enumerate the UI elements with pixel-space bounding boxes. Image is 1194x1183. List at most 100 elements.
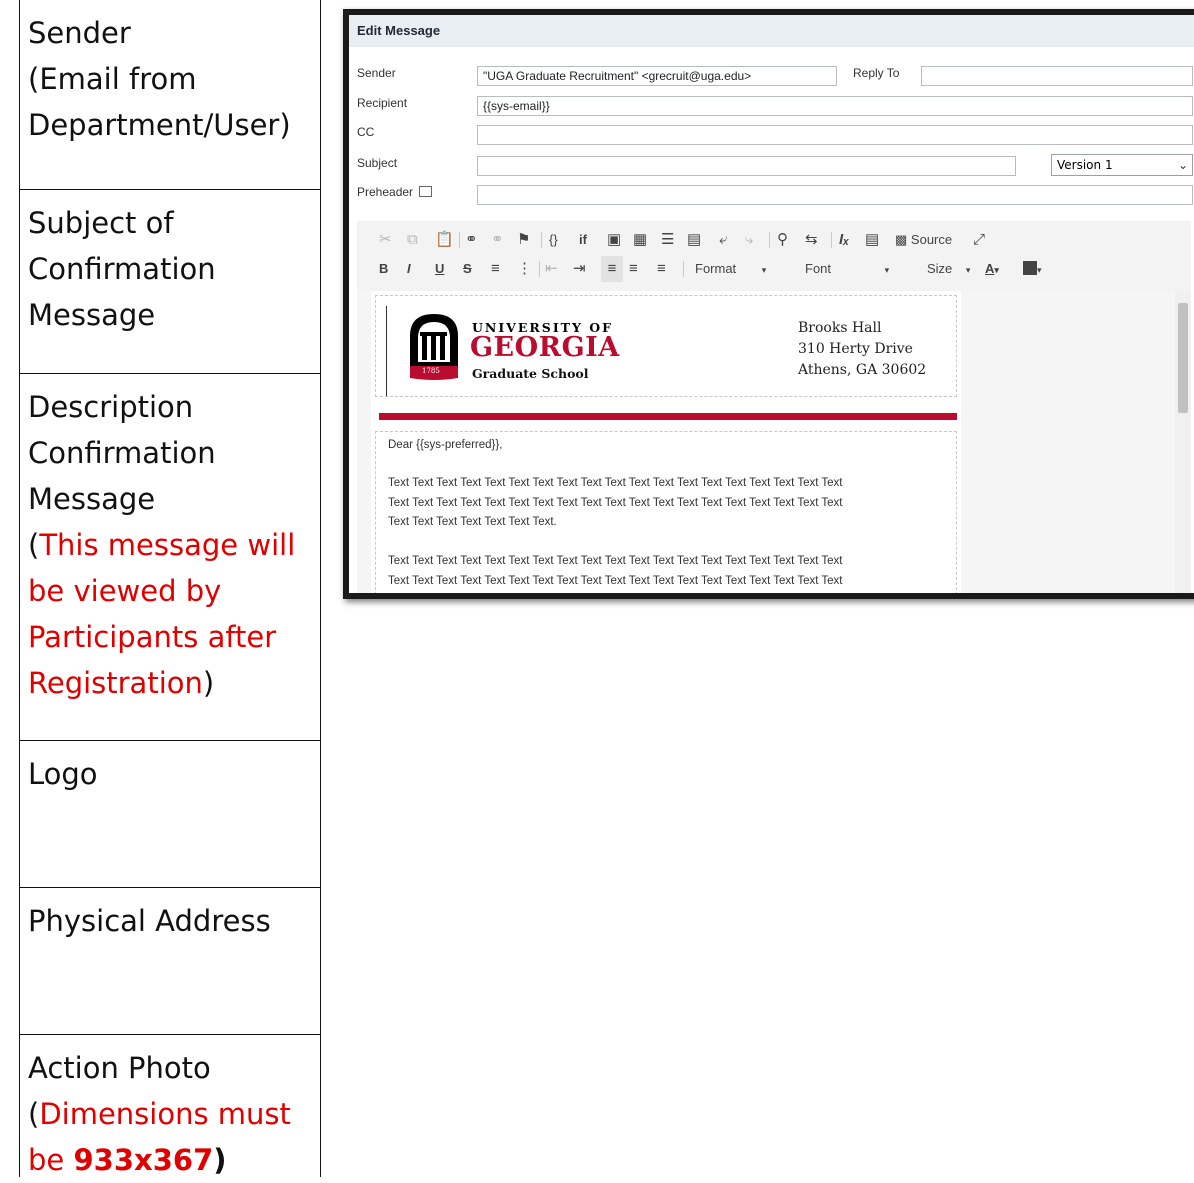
find-icon[interactable]: ⚲: [777, 227, 788, 253]
background-color-icon: [1023, 261, 1037, 275]
cc-label: CC: [357, 125, 375, 139]
cc-field[interactable]: [477, 125, 1193, 145]
paragraph-1: Text Text Text Text Text Text Text Text …: [388, 474, 953, 533]
bold-button[interactable]: B: [379, 256, 388, 282]
editor-content-area[interactable]: 1785 UNIVERSITY OF GEORGIA Graduate Scho…: [357, 291, 1191, 593]
reply-to-label: Reply To: [853, 66, 900, 80]
page-break-icon[interactable]: ▤: [687, 227, 701, 253]
redo-icon[interactable]: ⤷: [745, 227, 753, 253]
horizontal-line-icon[interactable]: ☰: [661, 227, 674, 253]
annotation-line: be 933x367): [28, 1137, 312, 1183]
table-icon[interactable]: ▦: [633, 227, 647, 253]
address-line: Brooks Hall: [798, 320, 882, 336]
header-divider: [386, 306, 387, 396]
recipient-label: Recipient: [357, 96, 408, 110]
toolbar-row-1: ✂ ⧉ 📋 ⚭ ⚭ ⚑ {} if ▣ ▦ ☰ ▤ ⤶ ⤷ ⚲ ⇆ Iₓ ▤ ▩…: [367, 227, 1191, 253]
recipient-field[interactable]: {{sys-email}}: [477, 96, 1193, 116]
preheader-field[interactable]: [477, 185, 1193, 205]
annotation-line: Message: [28, 298, 156, 332]
sender-label: Sender: [357, 66, 396, 80]
source-button[interactable]: ▩ Source: [895, 227, 965, 253]
annotation-line: Subject of: [28, 206, 174, 240]
email-body[interactable]: 1785 UNIVERSITY OF GEORGIA Graduate Scho…: [371, 291, 961, 593]
annotation-line: Confirmation: [28, 252, 216, 286]
link-icon[interactable]: ⚭: [465, 227, 478, 253]
dropdown-arrow-icon: ▾: [761, 265, 767, 275]
version-value: Version 1: [1057, 158, 1113, 172]
background-color-button[interactable]: ▾: [1023, 256, 1057, 282]
greeting: Dear {{sys-preferred}},: [388, 439, 503, 451]
paragraph-line: Text Text Text Text Text Text Text.: [388, 516, 557, 528]
uga-logo: 1785 UNIVERSITY OF GEORGIA Graduate Scho…: [406, 310, 636, 382]
cut-icon[interactable]: ✂: [379, 227, 392, 253]
toolbar-divider: [541, 232, 542, 248]
undo-icon[interactable]: ⤶: [719, 227, 727, 253]
unlink-icon[interactable]: ⚭: [491, 227, 504, 253]
annotation-description: Description Confirmation Message (This m…: [20, 374, 320, 741]
annotation-line: Confirmation: [28, 436, 216, 470]
annotation-line: Department/User): [28, 108, 291, 142]
paragraph-line: Text Text Text Text Text Text Text Text …: [388, 574, 843, 587]
paste-icon[interactable]: 📋: [435, 227, 454, 253]
bulleted-list-icon[interactable]: ⋮: [517, 256, 532, 282]
image-icon[interactable]: ▣: [607, 227, 621, 253]
underline-button[interactable]: U: [435, 256, 444, 282]
toolbar-divider: [769, 232, 770, 248]
subject-field[interactable]: [477, 156, 1016, 176]
paren-open: (: [28, 528, 40, 562]
dropdown-arrow-icon: ▾: [1037, 265, 1042, 275]
editor-scrollbar[interactable]: [1175, 291, 1191, 593]
dropdown-arrow-icon: ▾: [965, 265, 971, 275]
scrollbar-thumb[interactable]: [1178, 303, 1188, 413]
text-color-button[interactable]: A▾: [985, 256, 1021, 282]
anchor-flag-icon[interactable]: ⚑: [517, 227, 530, 253]
braces-button[interactable]: {}: [549, 227, 558, 253]
red-divider-bar: [379, 413, 957, 420]
annotation-subject: Subject of Confirmation Message: [20, 190, 320, 374]
annotation-note: Dimensions must: [39, 1097, 291, 1131]
annotation-line: Description: [28, 390, 194, 424]
format-dropdown[interactable]: Format ▾: [695, 256, 795, 282]
paragraph-2: Text Text Text Text Text Text Text Text …: [388, 552, 953, 591]
toolbar-row-2: B I U S ≡ ⋮ ⇤ ⇥ ≡ ≡ ≡ Format ▾ Font ▾ Si…: [367, 256, 1191, 282]
align-center-icon[interactable]: ≡: [629, 256, 638, 282]
version-select[interactable]: Version 1 ⌄: [1051, 154, 1193, 176]
editor-toolbar: ✂ ⧉ 📋 ⚭ ⚭ ⚑ {} if ▣ ▦ ☰ ▤ ⤶ ⤷ ⚲ ⇆ Iₓ ▤ ▩…: [357, 221, 1191, 291]
font-dropdown[interactable]: Font ▾: [805, 256, 905, 282]
italic-button[interactable]: I: [407, 256, 411, 282]
paren-close: ): [213, 1143, 227, 1177]
dropdown-arrow-icon: ▾: [884, 265, 890, 275]
remove-format-icon[interactable]: Iₓ: [839, 227, 849, 253]
replace-icon[interactable]: ⇆: [805, 227, 818, 253]
annotation-line: Sender: [28, 16, 131, 50]
if-button[interactable]: if: [579, 227, 587, 253]
annotation-line: Action Photo: [28, 1051, 211, 1085]
numbered-list-icon[interactable]: ≡: [491, 256, 500, 282]
preheader-label-text: Preheader: [357, 185, 414, 199]
panel-title: Edit Message: [349, 15, 1194, 47]
toolbar-divider: [683, 261, 684, 277]
annotation-note: be viewed by: [28, 574, 222, 608]
paren-close: ): [202, 666, 215, 700]
edit-message-screenshot: Edit Message Sender "UGA Graduate Recrui…: [343, 9, 1194, 599]
sender-field[interactable]: "UGA Graduate Recruitment" <grecruit@uga…: [477, 66, 837, 86]
show-blocks-icon[interactable]: ▤: [865, 227, 879, 253]
info-book-icon[interactable]: [419, 186, 433, 197]
size-dropdown[interactable]: Size ▾: [927, 256, 987, 282]
preheader-label: Preheader: [357, 185, 433, 199]
toolbar-divider: [831, 232, 832, 248]
outdent-icon[interactable]: ⇤: [545, 256, 558, 282]
strikethrough-button[interactable]: S: [463, 256, 472, 282]
source-icon: ▩: [895, 232, 908, 247]
annotation-address: Physical Address: [20, 888, 320, 1035]
maximize-icon[interactable]: ⤢: [973, 227, 985, 253]
indent-icon[interactable]: ⇥: [573, 256, 586, 282]
align-left-icon[interactable]: ≡: [601, 256, 623, 282]
copy-icon[interactable]: ⧉: [407, 227, 418, 253]
paren-open: (: [28, 1097, 40, 1131]
align-right-icon[interactable]: ≡: [657, 256, 666, 282]
email-header-block: 1785 UNIVERSITY OF GEORGIA Graduate Scho…: [375, 295, 957, 397]
reply-to-field[interactable]: [921, 66, 1193, 86]
paragraph-line: Text Text Text Text Text Text Text Text …: [388, 477, 843, 489]
dropdown-arrow-icon: ▾: [994, 265, 999, 275]
